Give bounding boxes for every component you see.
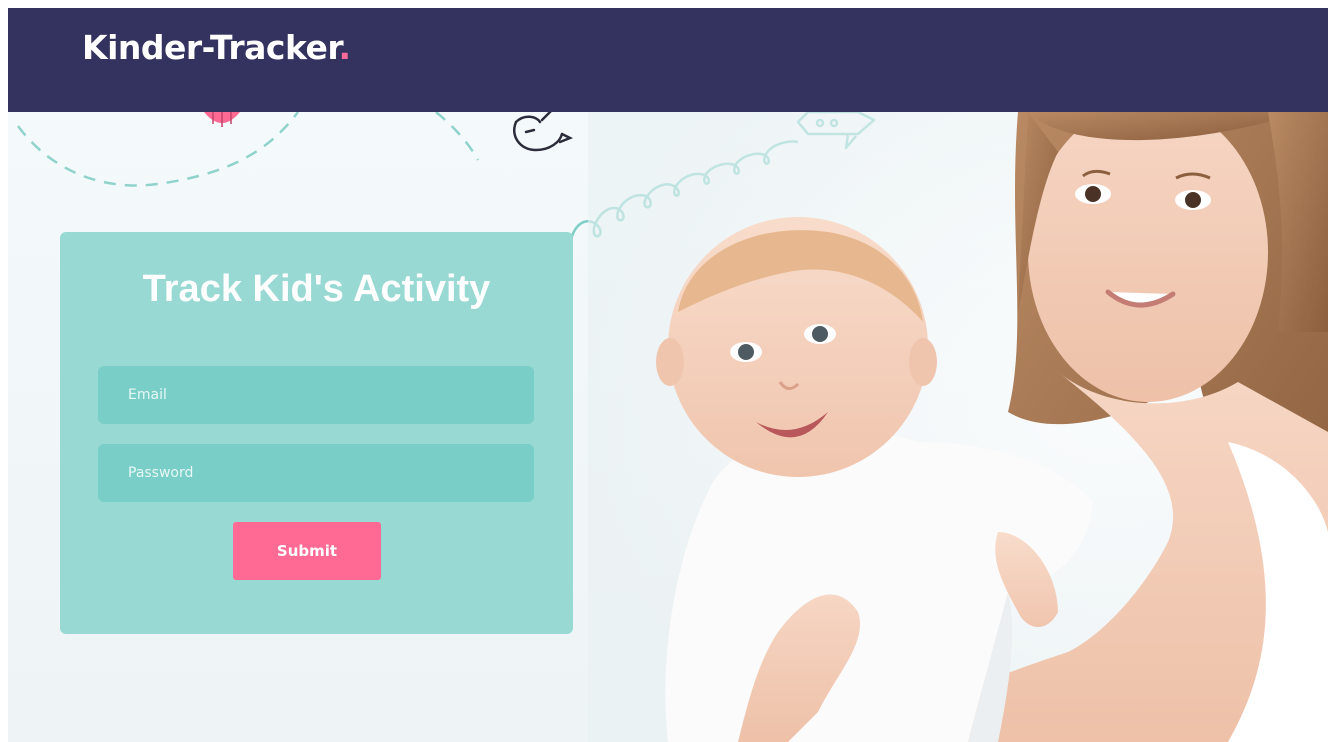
brand-name: Kinder-Tracker	[82, 28, 339, 67]
brand-logo[interactable]: Kinder-Tracker.	[82, 28, 351, 67]
hero-section: Track Kid's Activity Submit	[8, 112, 1328, 742]
dashed-trail	[16, 112, 299, 187]
dashed-trail-2	[435, 112, 480, 161]
ball-doodle-icon	[204, 112, 240, 127]
login-card: Track Kid's Activity Submit	[60, 232, 573, 634]
login-title: Track Kid's Activity	[142, 268, 491, 310]
submit-button[interactable]: Submit	[233, 522, 381, 580]
bird-doodle-icon	[513, 112, 574, 152]
top-header: Kinder-Tracker.	[8, 8, 1328, 112]
page: Kinder-Tracker. Track Kid's Activity Ema…	[8, 8, 1328, 742]
hero-photo	[588, 112, 1328, 742]
brand-dot: .	[338, 28, 352, 67]
password-field[interactable]	[98, 444, 534, 502]
email-field[interactable]	[98, 366, 534, 424]
